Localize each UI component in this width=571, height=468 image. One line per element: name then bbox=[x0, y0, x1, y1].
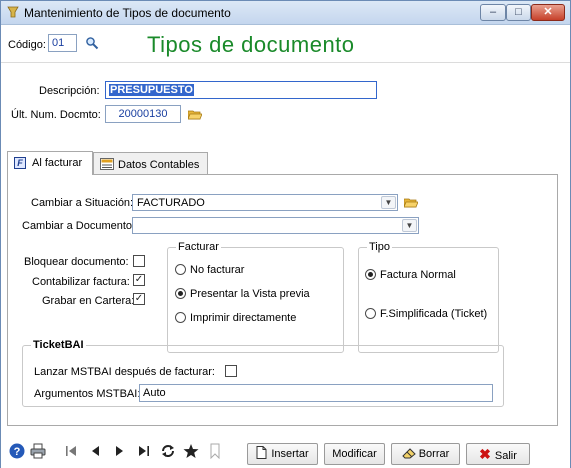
bloquear-label: Bloquear documento: bbox=[24, 256, 129, 268]
argumentos-label: Argumentos MSTBAI: bbox=[34, 388, 141, 400]
bookmark-icon[interactable] bbox=[207, 443, 223, 459]
facturar-legend: Facturar bbox=[176, 241, 221, 253]
close-x-icon: ✖ bbox=[479, 446, 491, 462]
imprimir-label[interactable]: Imprimir directamente bbox=[190, 312, 296, 324]
page-title: Tipos de documento bbox=[147, 32, 355, 57]
insertar-label: Insertar bbox=[271, 448, 309, 460]
tipo-legend: Tipo bbox=[367, 241, 392, 253]
vista-previa-radio[interactable] bbox=[175, 288, 186, 299]
borrar-button[interactable]: Borrar bbox=[391, 443, 460, 465]
tab-datos-contables[interactable]: Datos Contables bbox=[93, 152, 208, 175]
cambiar-situacion-value: FACTURADO bbox=[137, 197, 205, 209]
tab-label: Datos Contables bbox=[118, 159, 200, 171]
close-button[interactable]: ✕ bbox=[531, 4, 565, 21]
print-icon[interactable] bbox=[30, 443, 46, 459]
app-icon bbox=[7, 6, 19, 18]
accounting-tab-icon bbox=[100, 158, 114, 170]
argumentos-input[interactable]: Auto bbox=[139, 384, 493, 402]
folder-icon[interactable] bbox=[188, 109, 202, 120]
first-record-icon[interactable] bbox=[63, 443, 79, 459]
contabilizar-label: Contabilizar factura: bbox=[32, 276, 130, 288]
cambiar-situacion-label: Cambiar a Situación: bbox=[31, 197, 134, 209]
salir-label: Salir bbox=[494, 450, 517, 462]
modificar-button[interactable]: Modificar bbox=[324, 443, 385, 465]
tab-al-facturar[interactable]: F Al facturar bbox=[7, 151, 93, 175]
header-divider bbox=[1, 62, 570, 63]
descripcion-input[interactable]: PRESUPUESTO bbox=[105, 81, 377, 99]
tab-label: Al facturar bbox=[32, 157, 83, 169]
factura-normal-label[interactable]: Factura Normal bbox=[380, 269, 456, 281]
simplificada-radio[interactable] bbox=[365, 308, 376, 319]
ult-num-label: Últ. Num. Docmto: bbox=[11, 109, 101, 121]
favorite-star-icon[interactable] bbox=[183, 443, 199, 459]
factura-normal-radio[interactable] bbox=[365, 269, 376, 280]
window-content: Código: 01 Tipos de documento Descripció… bbox=[1, 26, 570, 468]
vista-previa-label[interactable]: Presentar la Vista previa bbox=[190, 288, 310, 300]
title-bar[interactable]: Mantenimiento de Tipos de documento – □ … bbox=[1, 1, 570, 25]
last-record-icon[interactable] bbox=[136, 443, 152, 459]
bloquear-checkbox[interactable] bbox=[133, 255, 145, 267]
chevron-down-icon[interactable]: ▼ bbox=[402, 219, 417, 232]
maximize-button[interactable]: □ bbox=[506, 4, 531, 21]
no-facturar-label[interactable]: No facturar bbox=[190, 264, 244, 276]
chevron-down-icon[interactable]: ▼ bbox=[381, 196, 396, 209]
lanzar-checkbox[interactable] bbox=[225, 365, 237, 377]
window-title: Mantenimiento de Tipos de documento bbox=[24, 6, 231, 20]
bottom-toolbar: ? Insertar Modificar Borrar ✖ Salir bbox=[1, 436, 570, 468]
search-icon[interactable] bbox=[85, 36, 99, 50]
minimize-button[interactable]: – bbox=[480, 4, 506, 21]
lanzar-label: Lanzar MSTBAI después de facturar: bbox=[34, 366, 215, 378]
simplificada-label[interactable]: F.Simplificada (Ticket) bbox=[380, 308, 487, 320]
app-window: Mantenimiento de Tipos de documento – □ … bbox=[0, 0, 571, 468]
salir-button[interactable]: ✖ Salir bbox=[466, 443, 530, 465]
descripcion-label: Descripción: bbox=[39, 85, 100, 97]
refresh-icon[interactable] bbox=[160, 443, 176, 459]
cambiar-documento-label: Cambiar a Documento: bbox=[22, 220, 136, 232]
eraser-icon bbox=[402, 448, 416, 459]
next-record-icon[interactable] bbox=[112, 443, 128, 459]
ticketbai-group: TicketBAI Lanzar MSTBAI después de factu… bbox=[22, 339, 504, 407]
invoice-tab-icon: F bbox=[14, 157, 26, 169]
codigo-field[interactable]: 01 bbox=[48, 34, 77, 52]
ult-num-field[interactable]: 20000130 bbox=[105, 105, 181, 123]
contabilizar-checkbox[interactable]: ✓ bbox=[133, 274, 145, 286]
cambiar-situacion-select[interactable]: FACTURADO ▼ bbox=[132, 194, 398, 211]
grabar-label: Grabar en Cartera: bbox=[42, 295, 135, 307]
ticketbai-legend: TicketBAI bbox=[31, 339, 86, 351]
borrar-label: Borrar bbox=[418, 448, 450, 460]
svg-text:?: ? bbox=[14, 446, 21, 458]
previous-record-icon[interactable] bbox=[87, 443, 103, 459]
codigo-label: Código: bbox=[8, 39, 46, 51]
no-facturar-radio[interactable] bbox=[175, 264, 186, 275]
cambiar-documento-select[interactable]: ▼ bbox=[132, 217, 419, 234]
grabar-checkbox[interactable]: ✓ bbox=[133, 293, 145, 305]
imprimir-radio[interactable] bbox=[175, 312, 186, 323]
tipo-group: Tipo Factura Normal F.Simplificada (Tick… bbox=[358, 241, 499, 353]
facturar-group: Facturar No facturar Presentar la Vista … bbox=[167, 241, 344, 353]
folder-icon[interactable] bbox=[404, 197, 418, 208]
descripcion-value: PRESUPUESTO bbox=[109, 84, 194, 96]
new-document-icon bbox=[256, 446, 267, 459]
insertar-button[interactable]: Insertar bbox=[247, 443, 318, 465]
al-facturar-panel: Cambiar a Situación: FACTURADO ▼ Cambiar… bbox=[7, 174, 558, 426]
help-icon[interactable]: ? bbox=[9, 443, 25, 459]
